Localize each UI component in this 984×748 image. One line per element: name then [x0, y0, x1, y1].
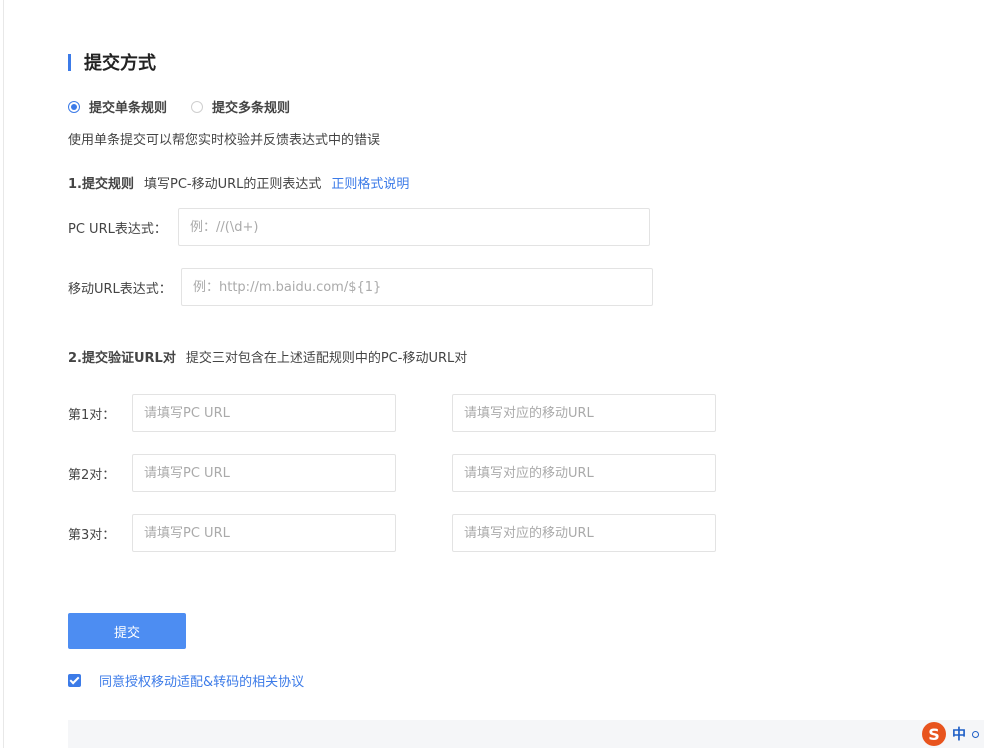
ime-punctuation-icon[interactable]	[972, 730, 979, 738]
pair-3-pc-url-input[interactable]	[132, 514, 396, 552]
radio-single-rule[interactable]: 提交单条规则	[68, 97, 167, 116]
radio-multi-rule-label: 提交多条规则	[212, 101, 291, 116]
pc-regex-input[interactable]	[178, 208, 650, 246]
agreement-row: 同意授权移动适配&转码的相关协议	[68, 671, 304, 690]
pair-2-label: 第2对：	[68, 468, 116, 483]
pair-3-label: 第3对：	[68, 528, 116, 543]
mode-description: 使用单条提交可以帮您实时校验并反馈表达式中的错误	[68, 133, 381, 148]
step1-title: 1.提交规则	[68, 177, 134, 192]
pair-1-pc-url-input[interactable]	[132, 394, 396, 432]
regex-format-help-link[interactable]: 正则格式说明	[331, 177, 409, 192]
radio-selected-icon	[68, 100, 80, 113]
radio-single-rule-label: 提交单条规则	[89, 101, 168, 116]
mobile-regex-input[interactable]	[181, 268, 653, 306]
mobile-regex-label: 移动URL表达式：	[68, 282, 172, 297]
step1-text: 填写PC-移动URL的正则表达式	[143, 177, 322, 192]
pair-1-mobile-url-input[interactable]	[452, 394, 716, 432]
pair-3-mobile-url-input[interactable]	[452, 514, 716, 552]
agreement-link[interactable]: 同意授权移动适配&转码的相关协议	[99, 671, 304, 690]
radio-unselected-icon	[191, 100, 204, 113]
pc-regex-label: PC URL表达式：	[68, 222, 167, 237]
bottom-panel	[68, 720, 984, 748]
submit-button[interactable]: 提交	[68, 613, 186, 649]
radio-multi-rule[interactable]: 提交多条规则	[191, 97, 290, 116]
step2-title: 2.提交验证URL对	[68, 351, 176, 366]
left-border	[3, 0, 4, 748]
pair-2-pc-url-input[interactable]	[132, 454, 396, 492]
step1-header: 1.提交规则 填写PC-移动URL的正则表达式 正则格式说明	[68, 173, 409, 192]
submit-mode-group: 提交单条规则 提交多条规则	[68, 97, 314, 116]
step2-header: 2.提交验证URL对 提交三对包含在上述适配规则中的PC-移动URL对	[68, 347, 467, 366]
ime-mode-indicator[interactable]: 中	[952, 724, 966, 744]
pair-2-mobile-url-input[interactable]	[452, 454, 716, 492]
ime-toolbar[interactable]: S 中	[922, 722, 979, 746]
pair-1-label: 第1对：	[68, 408, 116, 423]
section-header: 提交方式	[68, 52, 156, 74]
agreement-checkbox[interactable]	[68, 674, 81, 687]
section-title: 提交方式	[84, 53, 156, 74]
step2-text: 提交三对包含在上述适配规则中的PC-移动URL对	[185, 351, 468, 366]
section-accent-bar	[68, 53, 71, 71]
ime-logo-icon: S	[922, 722, 946, 746]
